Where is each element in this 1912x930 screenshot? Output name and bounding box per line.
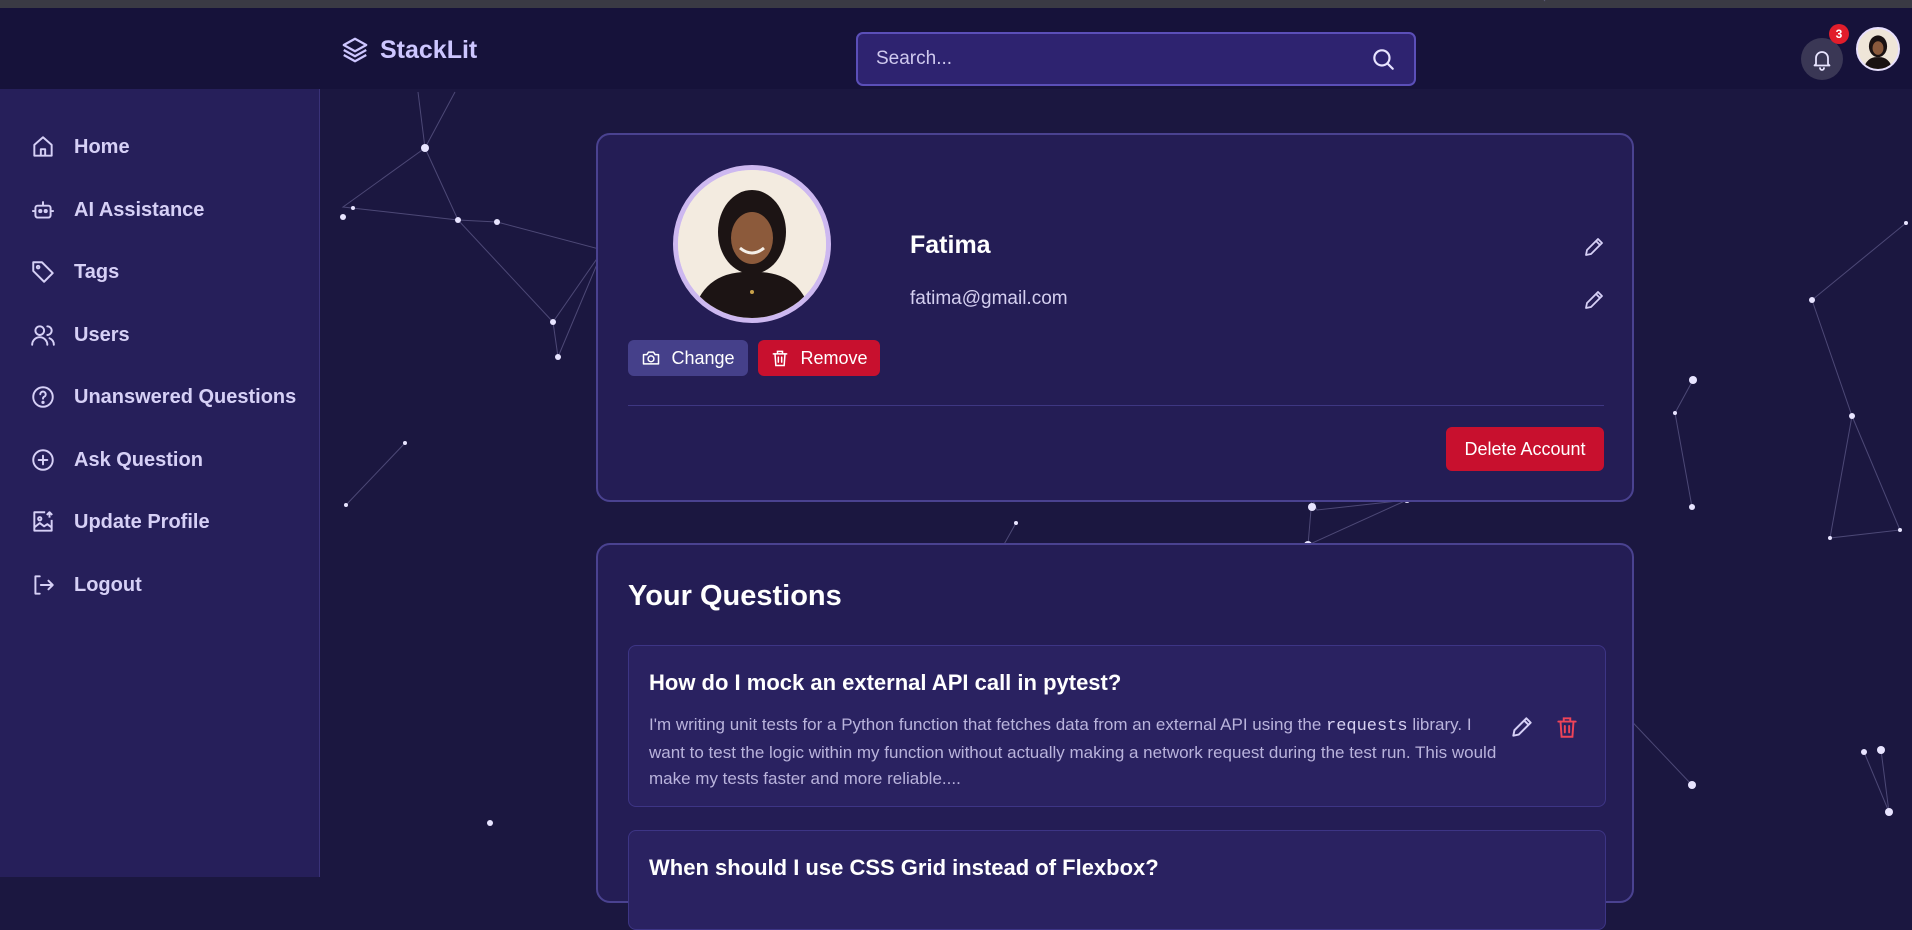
image-upload-icon bbox=[33, 511, 53, 532]
sidebar-item-update-profile[interactable]: Update Profile bbox=[30, 509, 210, 535]
delete-question-trash-icon[interactable] bbox=[1554, 714, 1580, 740]
sidebar-item-label: Users bbox=[74, 323, 130, 346]
bell-icon bbox=[1813, 51, 1831, 71]
user-avatar[interactable] bbox=[1856, 27, 1900, 71]
sidebar-item-home[interactable]: Home bbox=[30, 134, 130, 160]
avatar-portrait bbox=[1858, 29, 1898, 69]
tag-icon bbox=[32, 261, 54, 283]
trash-icon bbox=[773, 350, 788, 367]
sidebar: Home AI Assistance Tags Users Unanswered… bbox=[0, 89, 320, 877]
brand-name: StackLit bbox=[380, 35, 478, 64]
edit-question-pencil-icon[interactable] bbox=[1509, 714, 1535, 740]
remove-photo-label: Remove bbox=[800, 347, 868, 368]
sidebar-item-label: Ask Question bbox=[74, 448, 203, 471]
sidebar-item-ai-assistance[interactable]: AI Assistance bbox=[30, 197, 204, 223]
logout-icon bbox=[34, 575, 54, 595]
notifications-button[interactable] bbox=[1801, 38, 1843, 80]
layers-icon bbox=[342, 37, 368, 63]
question-excerpt: I'm writing unit tests for a Python func… bbox=[649, 712, 1509, 792]
sidebar-item-logout[interactable]: Logout bbox=[30, 572, 142, 598]
question-item[interactable]: How do I mock an external API call in py… bbox=[628, 645, 1606, 807]
question-title[interactable]: How do I mock an external API call in py… bbox=[649, 670, 1121, 696]
delete-account-button[interactable]: Delete Account bbox=[1446, 427, 1604, 471]
brand-logo[interactable]: StackLit bbox=[340, 34, 477, 66]
edit-email-pencil-icon[interactable] bbox=[1582, 288, 1606, 312]
question-excerpt-text: I'm writing unit tests for a Python func… bbox=[649, 715, 1326, 734]
users-icon bbox=[31, 325, 55, 346]
sidebar-item-tags[interactable]: Tags bbox=[30, 259, 119, 285]
search-bar[interactable] bbox=[856, 32, 1416, 86]
question-item[interactable]: When should I use CSS Grid instead of Fl… bbox=[628, 830, 1606, 930]
robot-icon bbox=[32, 201, 54, 219]
question-excerpt-code: requests bbox=[1326, 717, 1408, 736]
profile-card: Change Remove Fatima fatima@gmail.com De… bbox=[596, 133, 1634, 502]
top-header: StackLit bbox=[0, 8, 1912, 89]
browser-top-strip bbox=[0, 0, 1912, 8]
question-circle-icon bbox=[32, 386, 54, 408]
sidebar-item-label: Logout bbox=[74, 573, 142, 596]
change-photo-label: Change bbox=[671, 347, 735, 368]
your-questions-card: Your Questions How do I mock an external… bbox=[596, 543, 1634, 930]
section-title: Your Questions bbox=[628, 580, 842, 612]
home-icon bbox=[33, 136, 53, 157]
search-icon[interactable] bbox=[1370, 46, 1396, 72]
plus-circle-icon bbox=[32, 449, 54, 471]
sidebar-item-unanswered-questions[interactable]: Unanswered Questions bbox=[30, 384, 296, 410]
sidebar-item-ask-question[interactable]: Ask Question bbox=[30, 447, 203, 473]
camera-icon bbox=[643, 351, 660, 365]
notification-count-badge: 3 bbox=[1829, 24, 1849, 44]
sidebar-item-label: Home bbox=[74, 135, 130, 158]
profile-photo bbox=[673, 165, 831, 323]
question-title[interactable]: When should I use CSS Grid instead of Fl… bbox=[649, 855, 1159, 881]
sidebar-item-label: Update Profile bbox=[74, 510, 210, 533]
divider bbox=[628, 405, 1604, 406]
sidebar-item-label: AI Assistance bbox=[74, 198, 205, 221]
remove-photo-button[interactable]: Remove bbox=[758, 340, 880, 376]
sidebar-item-label: Unanswered Questions bbox=[74, 385, 297, 408]
edit-name-pencil-icon[interactable] bbox=[1582, 235, 1606, 259]
sidebar-item-label: Tags bbox=[74, 260, 120, 283]
profile-portrait bbox=[678, 170, 826, 318]
profile-name: Fatima bbox=[910, 231, 991, 259]
profile-email: fatima@gmail.com bbox=[910, 288, 1068, 309]
change-photo-button[interactable]: Change bbox=[628, 340, 748, 376]
search-input[interactable] bbox=[876, 48, 1370, 70]
sidebar-item-users[interactable]: Users bbox=[30, 322, 130, 348]
